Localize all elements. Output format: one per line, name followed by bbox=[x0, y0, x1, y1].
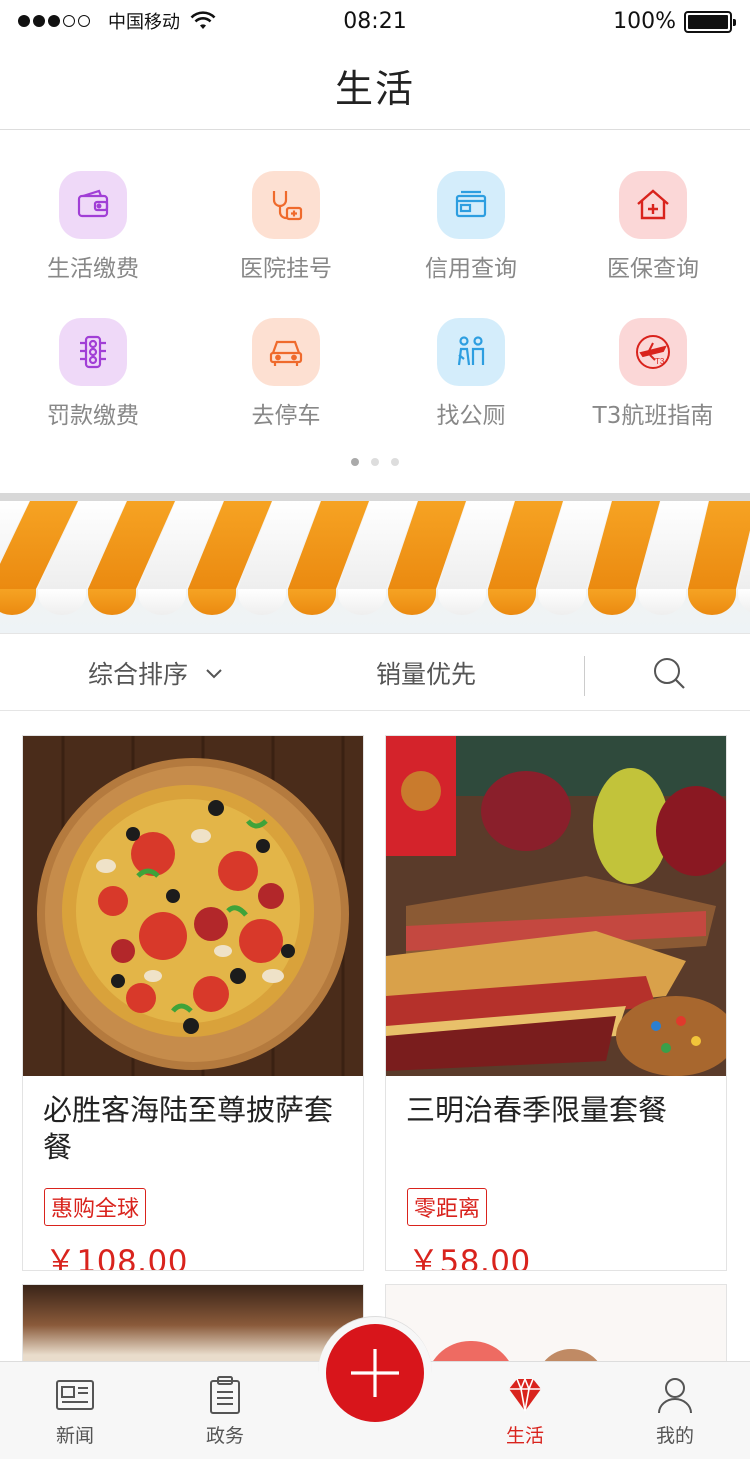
battery-percent: 100% bbox=[613, 9, 676, 34]
tab-life[interactable]: 生活 bbox=[450, 1362, 600, 1459]
service-hospital-registration[interactable]: 医院挂号 bbox=[193, 171, 379, 283]
product-grid: 必胜客海陆至尊披萨套餐 惠购全球 ￥108.00 三明治春季限量套餐 零距离 ￥… bbox=[0, 712, 750, 1384]
pizza-image bbox=[23, 736, 363, 1076]
service-label: 信用查询 bbox=[425, 256, 517, 282]
tab-label: 政务 bbox=[205, 1425, 244, 1447]
page-indicator bbox=[0, 458, 750, 466]
service-public-restroom[interactable]: 找公厕 bbox=[378, 318, 564, 430]
search-button[interactable] bbox=[651, 634, 687, 712]
sort-label: 综合排序 bbox=[88, 660, 189, 689]
traffic-light-icon bbox=[59, 318, 127, 386]
tab-profile[interactable]: 我的 bbox=[600, 1362, 750, 1459]
chevron-down-icon bbox=[206, 669, 222, 679]
tab-news[interactable]: 新闻 bbox=[0, 1362, 150, 1459]
add-button[interactable] bbox=[326, 1324, 424, 1422]
svg-text:T3: T3 bbox=[655, 357, 665, 366]
sort-dropdown[interactable]: 综合排序 bbox=[88, 634, 226, 712]
service-label: 罚款缴费 bbox=[47, 403, 139, 429]
plus-icon bbox=[351, 1349, 399, 1397]
divider bbox=[584, 656, 585, 696]
carrier-name: 中国移动 bbox=[108, 12, 180, 33]
tab-label: 生活 bbox=[505, 1425, 544, 1447]
service-label: 医院挂号 bbox=[240, 256, 332, 282]
service-label: 找公厕 bbox=[436, 403, 506, 429]
filter-bar: 综合排序 销量优先 bbox=[0, 633, 750, 711]
wifi-icon bbox=[190, 11, 216, 29]
stethoscope-icon bbox=[252, 171, 320, 239]
tab-label: 我的 bbox=[655, 1425, 694, 1447]
wallet-icon bbox=[59, 171, 127, 239]
product-tag: 惠购全球 bbox=[44, 1188, 147, 1226]
service-label: 医保查询 bbox=[607, 256, 699, 282]
product-tag: 零距离 bbox=[407, 1188, 488, 1226]
profile-icon bbox=[658, 1378, 692, 1414]
service-parking[interactable]: 去停车 bbox=[193, 318, 379, 430]
diamond-icon bbox=[509, 1376, 541, 1412]
page-title: 生活 bbox=[334, 67, 415, 111]
car-icon bbox=[252, 318, 320, 386]
sandwich-image bbox=[386, 736, 726, 1076]
battery-icon bbox=[684, 10, 736, 33]
product-card[interactable]: 必胜客海陆至尊披萨套餐 惠购全球 ￥108.00 bbox=[22, 735, 364, 1271]
airplane-icon: T3 bbox=[619, 318, 687, 386]
credit-card-icon bbox=[437, 171, 505, 239]
product-price: ￥58.00 bbox=[408, 1244, 531, 1271]
sales-label: 销量优先 bbox=[376, 660, 477, 689]
service-fine-payment[interactable]: 罚款缴费 bbox=[0, 318, 186, 430]
tab-government[interactable]: 政务 bbox=[150, 1362, 300, 1459]
service-utility-payment[interactable]: 生活缴费 bbox=[0, 171, 186, 283]
product-title: 三明治春季限量套餐 bbox=[406, 1093, 668, 1127]
sales-priority-filter[interactable]: 销量优先 bbox=[376, 634, 476, 712]
search-icon bbox=[654, 658, 685, 689]
medical-house-icon bbox=[619, 171, 687, 239]
nav-bar: 生活 bbox=[0, 42, 750, 130]
service-label: 去停车 bbox=[251, 403, 321, 429]
status-bar: 中国移动 08:21 100% bbox=[0, 0, 750, 42]
service-label: 生活缴费 bbox=[47, 256, 139, 282]
clipboard-icon bbox=[210, 1376, 240, 1414]
restroom-icon bbox=[437, 318, 505, 386]
product-title: 必胜客海陆至尊披萨套餐 bbox=[43, 1093, 334, 1164]
signal-strength-icon bbox=[18, 15, 90, 27]
service-t3-flight-guide[interactable]: T3 T3航班指南 bbox=[560, 318, 746, 430]
product-card[interactable]: 三明治春季限量套餐 零距离 ￥58.00 bbox=[385, 735, 727, 1271]
news-icon bbox=[56, 1380, 94, 1410]
service-grid: 生活缴费 医院挂号 信用查询 医保查询 罚款缴费 去停车 找公厕 T3 T3航班… bbox=[0, 131, 750, 493]
product-price: ￥108.00 bbox=[45, 1244, 188, 1271]
awning-banner[interactable] bbox=[0, 493, 750, 633]
service-medical-insurance[interactable]: 医保查询 bbox=[560, 171, 746, 283]
tab-label: 新闻 bbox=[55, 1425, 94, 1447]
service-credit-inquiry[interactable]: 信用查询 bbox=[378, 171, 564, 283]
service-label: T3航班指南 bbox=[592, 403, 714, 429]
